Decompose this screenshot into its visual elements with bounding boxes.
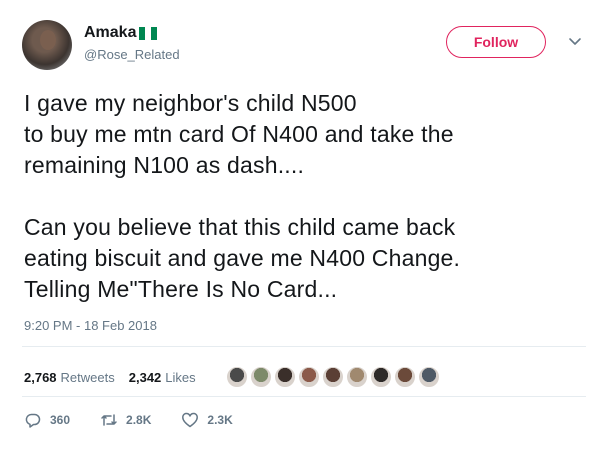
liker-avatar[interactable] xyxy=(346,366,368,388)
tweet-line: I gave my neighbor's child N500 xyxy=(24,90,357,116)
retweets-count: 2,768 xyxy=(24,369,57,385)
tweet-timestamp[interactable]: 9:20 PM - 18 Feb 2018 xyxy=(24,318,157,333)
chevron-down-icon[interactable] xyxy=(568,34,582,48)
likes-count: 2,342 xyxy=(128,369,162,385)
reply-icon xyxy=(25,413,41,428)
retweet-button[interactable]: 2.8K xyxy=(100,411,151,429)
liker-avatar[interactable] xyxy=(418,366,440,388)
reply-button[interactable]: 360 xyxy=(24,411,70,429)
retweet-count: 2.8K xyxy=(126,413,152,427)
author-handle[interactable]: @Rose_Related xyxy=(84,47,180,62)
divider xyxy=(22,396,586,397)
engagement-stats: 2,768 Retweets 2,342 Likes xyxy=(24,360,210,394)
liker-avatars xyxy=(226,360,442,394)
retweets-label: Retweets xyxy=(60,369,115,385)
tweet-line: to buy me mtn card Of N400 and take the xyxy=(24,121,454,147)
liker-avatar[interactable] xyxy=(322,366,344,388)
tweet-header: Amaka @Rose_Related Follow xyxy=(22,20,608,76)
author-info: Amaka @Rose_Related xyxy=(84,23,180,62)
like-count: 2.3K xyxy=(207,413,233,427)
tweet-body: I gave my neighbor's child N500 to buy m… xyxy=(24,88,594,305)
liker-avatar[interactable] xyxy=(226,366,248,388)
liker-avatar[interactable] xyxy=(250,366,272,388)
follow-button[interactable]: Follow xyxy=(446,26,546,58)
tweet-line: Telling Me"There Is No Card... xyxy=(24,276,338,302)
likes-stat[interactable]: 2,342 Likes xyxy=(129,370,196,385)
liker-avatar[interactable] xyxy=(394,366,416,388)
retweet-icon xyxy=(101,414,117,426)
reply-count: 360 xyxy=(50,413,71,427)
tweet-paragraph-1: I gave my neighbor's child N500 to buy m… xyxy=(24,88,594,181)
divider xyxy=(22,346,586,347)
retweets-stat[interactable]: 2,768 Retweets xyxy=(24,370,115,385)
tweet-line: remaining N100 as dash.... xyxy=(24,152,305,178)
tweet-line: eating biscuit and gave me N400 Change. xyxy=(24,245,461,271)
author-display-name[interactable]: Amaka xyxy=(84,23,136,43)
nigeria-flag-icon xyxy=(139,26,157,40)
liker-avatar[interactable] xyxy=(274,366,296,388)
liker-avatar[interactable] xyxy=(298,366,320,388)
tweet-line: Can you believe that this child came bac… xyxy=(24,214,456,240)
likes-label: Likes xyxy=(165,369,196,385)
author-avatar[interactable] xyxy=(22,20,72,70)
heart-icon xyxy=(182,412,199,428)
tweet-actions: 360 2.8K 2.3K xyxy=(24,411,263,429)
liker-avatar[interactable] xyxy=(370,366,392,388)
tweet-paragraph-2: Can you believe that this child came bac… xyxy=(24,212,594,305)
author-name-row[interactable]: Amaka xyxy=(84,23,180,43)
like-button[interactable]: 2.3K xyxy=(181,411,233,429)
